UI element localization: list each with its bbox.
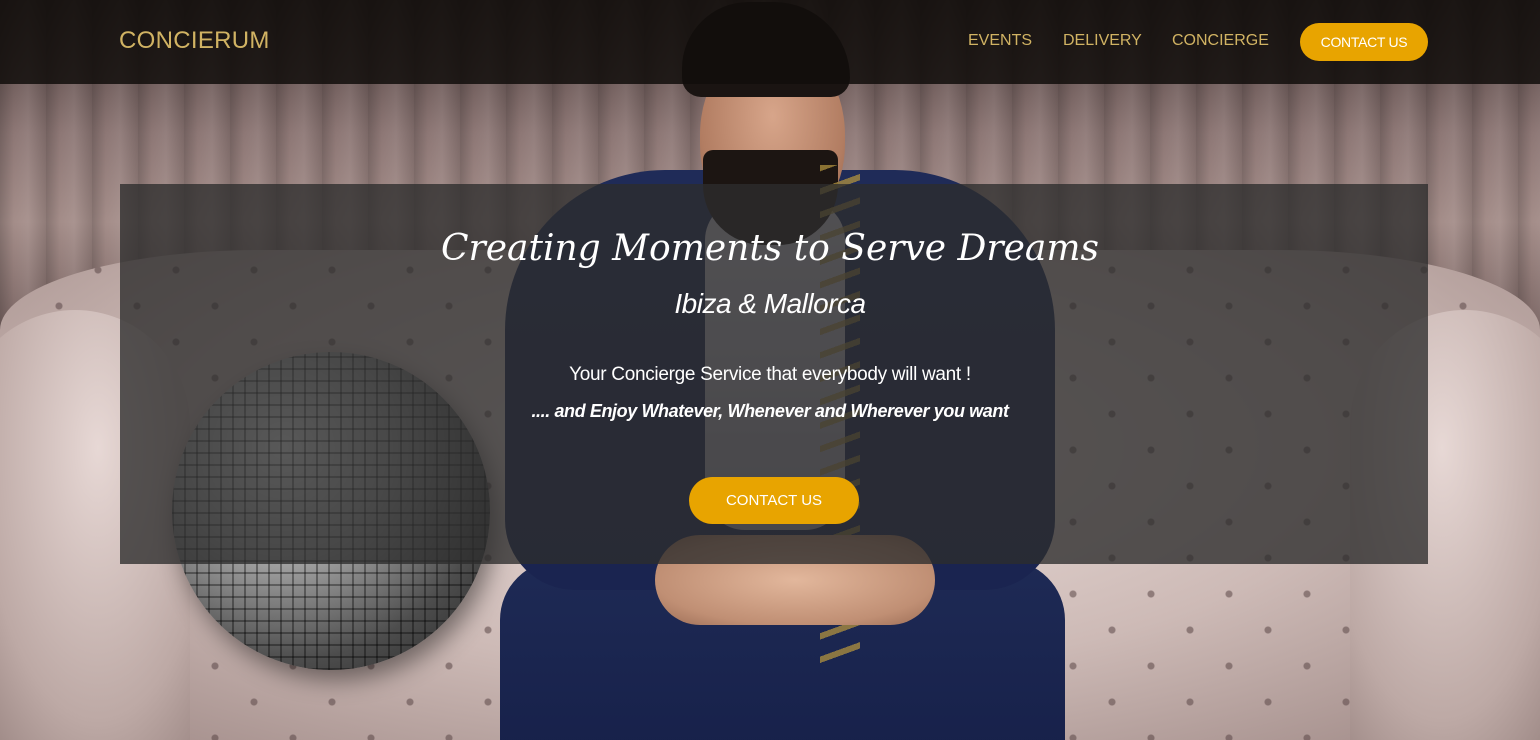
hero-contact-button[interactable]: CONTACT US [689,477,859,524]
nav-link-events[interactable]: EVENTS [968,32,1032,50]
hero-enjoy-text: .... and Enjoy Whatever, Whenever and Wh… [531,401,1009,421]
brand-logo[interactable]: CONCIERUM [119,27,270,55]
nav-link-delivery[interactable]: DELIVERY [1063,32,1142,50]
landing-page: CONCIERUM EVENTS DELIVERY CONCIERGE CONT… [0,0,1540,740]
nav-contact-button[interactable]: CONTACT US [1300,23,1428,61]
nav-link-concierge[interactable]: CONCIERGE [1172,32,1269,50]
hero-subtitle: Ibiza & Mallorca [674,288,866,319]
hero-title: Creating Moments to Serve Dreams [440,228,1100,269]
top-navbar: CONCIERUM EVENTS DELIVERY CONCIERGE CONT… [0,0,1540,84]
hero-tagline: Your Concierge Service that everybody wi… [569,364,971,385]
